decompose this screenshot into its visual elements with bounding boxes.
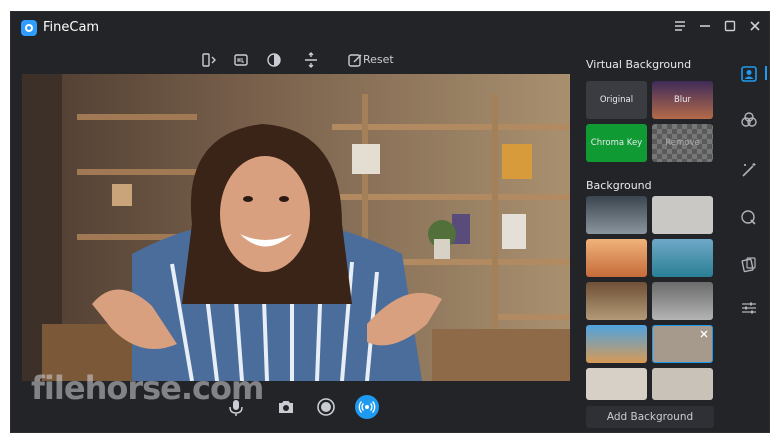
- bg-tile-blur[interactable]: Blur: [652, 81, 713, 119]
- preview-image: [22, 74, 570, 381]
- bg-thumb-shelf[interactable]: [652, 368, 713, 400]
- minimize-icon[interactable]: [696, 19, 714, 37]
- tile-label: Original: [599, 95, 634, 105]
- bg-tile-original[interactable]: Original: [586, 81, 647, 119]
- tile-label: Remove: [665, 138, 700, 148]
- bg-thumb-library[interactable]: [586, 282, 647, 320]
- background-title: Background: [586, 179, 652, 192]
- active-indicator: [765, 66, 767, 80]
- add-background-button[interactable]: Add Background: [586, 406, 714, 428]
- app-logo-icon: [21, 20, 37, 36]
- camera-icon[interactable]: [274, 395, 298, 419]
- capture-bar: [22, 385, 570, 427]
- tile-label: Chroma Key: [590, 138, 643, 148]
- title-bar: FineCam: [11, 12, 769, 44]
- filter-icon[interactable]: [739, 110, 759, 130]
- remove-thumb-icon[interactable]: [699, 329, 709, 339]
- background-panel: Virtual Background Original Blur Chroma …: [574, 48, 724, 428]
- app-title: FineCam: [43, 20, 100, 35]
- flip-icon[interactable]: [301, 50, 321, 70]
- microphone-icon[interactable]: [224, 395, 248, 419]
- contrast-icon[interactable]: [264, 50, 284, 70]
- broadcast-icon[interactable]: [355, 395, 379, 419]
- bg-thumb-stone-selected[interactable]: [652, 325, 713, 363]
- virtual-background-title: Virtual Background: [586, 58, 692, 71]
- tile-label: Blur: [673, 95, 692, 105]
- mirror-icon[interactable]: [199, 50, 219, 70]
- bg-tile-chroma-key[interactable]: Chroma Key: [586, 124, 647, 162]
- bg-thumb-office[interactable]: [586, 196, 647, 234]
- record-icon[interactable]: [314, 395, 338, 419]
- camera-preview: [22, 74, 570, 381]
- hdr-icon[interactable]: [231, 50, 251, 70]
- bg-tile-remove[interactable]: Remove: [652, 124, 713, 162]
- reset-icon[interactable]: [345, 50, 365, 70]
- bg-thumb-plaster[interactable]: [652, 196, 713, 234]
- reset-button[interactable]: Reset: [363, 53, 394, 66]
- close-icon[interactable]: [746, 19, 764, 37]
- sticker-icon[interactable]: [739, 208, 759, 228]
- bg-thumb-paris[interactable]: [586, 239, 647, 277]
- adjust-icon[interactable]: [739, 298, 759, 318]
- bg-thumb-gallery[interactable]: [652, 282, 713, 320]
- bg-thumb-room[interactable]: [586, 368, 647, 400]
- side-toolbar: [729, 48, 769, 428]
- app-window: FineCam Reset filehorse.com Virtual Back…: [10, 11, 770, 433]
- bg-thumb-lake[interactable]: [652, 239, 713, 277]
- portrait-icon[interactable]: [739, 64, 759, 84]
- maximize-icon[interactable]: [721, 19, 739, 37]
- bg-thumb-desert[interactable]: [586, 325, 647, 363]
- magic-wand-icon[interactable]: [739, 160, 759, 180]
- scene-icon[interactable]: [739, 254, 759, 274]
- menu-icon[interactable]: [671, 19, 689, 37]
